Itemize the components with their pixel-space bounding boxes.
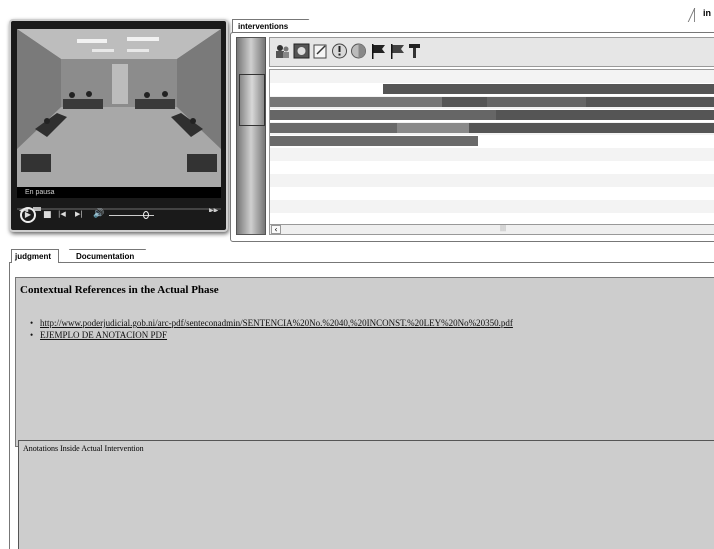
list-item: http://www.poderjudicial.gob.ni/arc-pdf/… [30,318,513,328]
timeline-row[interactable] [270,110,714,120]
list-item: EJEMPLO DE ANOTACION PDF [30,330,513,340]
warning-icon[interactable] [331,42,348,60]
timeline-segment[interactable] [270,136,478,146]
scroll-left-arrow-icon[interactable]: ‹ [271,225,281,234]
vertical-scroll-track[interactable] [236,37,266,235]
timeline-segment[interactable] [396,123,469,133]
vertical-scroll-thumb[interactable] [239,74,265,126]
timeline-row[interactable] [270,84,714,94]
volume-icon[interactable]: 🔊 [93,209,104,219]
timeline-segment[interactable] [270,123,397,133]
flag-black-icon[interactable] [370,42,387,60]
timeline-segment[interactable] [496,110,714,120]
reference-link[interactable]: EJEMPLO DE ANOTACION PDF [40,330,167,340]
timeline-row[interactable] [270,123,714,133]
seek-bar[interactable]: ◀◀ ▶▶ [17,199,221,214]
intervention-icon[interactable] [293,42,310,60]
timeline-row-bg [270,187,714,200]
top-right-tab-label: in [703,8,711,18]
previous-button[interactable]: |◀ [58,210,66,218]
horizontal-scrollbar[interactable]: ‹ ||| [269,224,714,235]
timeline-segment[interactable] [468,123,714,133]
note-icon[interactable] [312,42,329,60]
tab-interventions-label: interventions [238,22,289,31]
interventions-timeline[interactable] [269,69,714,235]
player-controls: ▶ ■ |◀ ▶| 🔊 [17,206,221,226]
timeline-segment[interactable] [486,97,587,107]
volume-slider-thumb[interactable] [143,211,149,219]
timeline-segment[interactable] [270,97,442,107]
timeline-row-bg [270,200,714,213]
interventions-panel: ‹ ||| [230,32,714,242]
timeline-segment[interactable] [586,97,714,107]
pin-icon[interactable] [406,42,423,60]
next-button[interactable]: ▶| [75,210,83,218]
courtroom-video-image [17,29,221,187]
timeline-row-bg [270,174,714,187]
timeline-row-bg [270,161,714,174]
interventions-toolbar [269,37,714,67]
timeline-segment[interactable] [441,97,487,107]
play-button[interactable]: ▶ [20,207,36,223]
timeline-row-bg [270,70,714,83]
circle-icon[interactable] [350,42,367,60]
judgment-panel: Contextual References in the Actual Phas… [9,262,714,549]
timeline-segment[interactable] [270,110,496,120]
annotations-label: Anotations Inside Actual Intervention [23,444,144,453]
timeline-row-bg [270,148,714,161]
timeline-row[interactable] [270,97,714,107]
tab-judgment-label: judgment [15,252,51,261]
tab-documentation[interactable]: Documentation [60,249,155,263]
references-title: Contextual References in the Actual Phas… [20,284,219,296]
player-status: En pausa [17,187,221,198]
timeline-row[interactable] [270,136,714,146]
reference-link[interactable]: http://www.poderjudicial.gob.ni/arc-pdf/… [40,318,513,328]
tab-judgment[interactable]: judgment [11,249,59,263]
user-group-icon[interactable] [274,42,291,60]
scroll-grip-icon[interactable]: ||| [500,225,506,232]
video-player: En pausa ◀◀ ▶▶ ▶ ■ |◀ ▶| 🔊 [9,19,228,232]
top-right-tab[interactable]: in [694,8,714,22]
stop-button[interactable]: ■ [43,210,52,220]
app-window: in En pausa ◀◀ ▶▶ ▶ ■ |◀ ▶| 🔊 interventi… [0,0,714,549]
references-box: Contextual References in the Actual Phas… [15,277,714,447]
tab-documentation-label: Documentation [76,252,135,261]
timeline-segment[interactable] [383,84,714,94]
references-list: http://www.poderjudicial.gob.ni/arc-pdf/… [30,318,513,342]
annotations-box[interactable]: Anotations Inside Actual Intervention [18,440,714,549]
flag-dark-icon[interactable] [389,42,406,60]
video-frame[interactable] [17,29,221,187]
